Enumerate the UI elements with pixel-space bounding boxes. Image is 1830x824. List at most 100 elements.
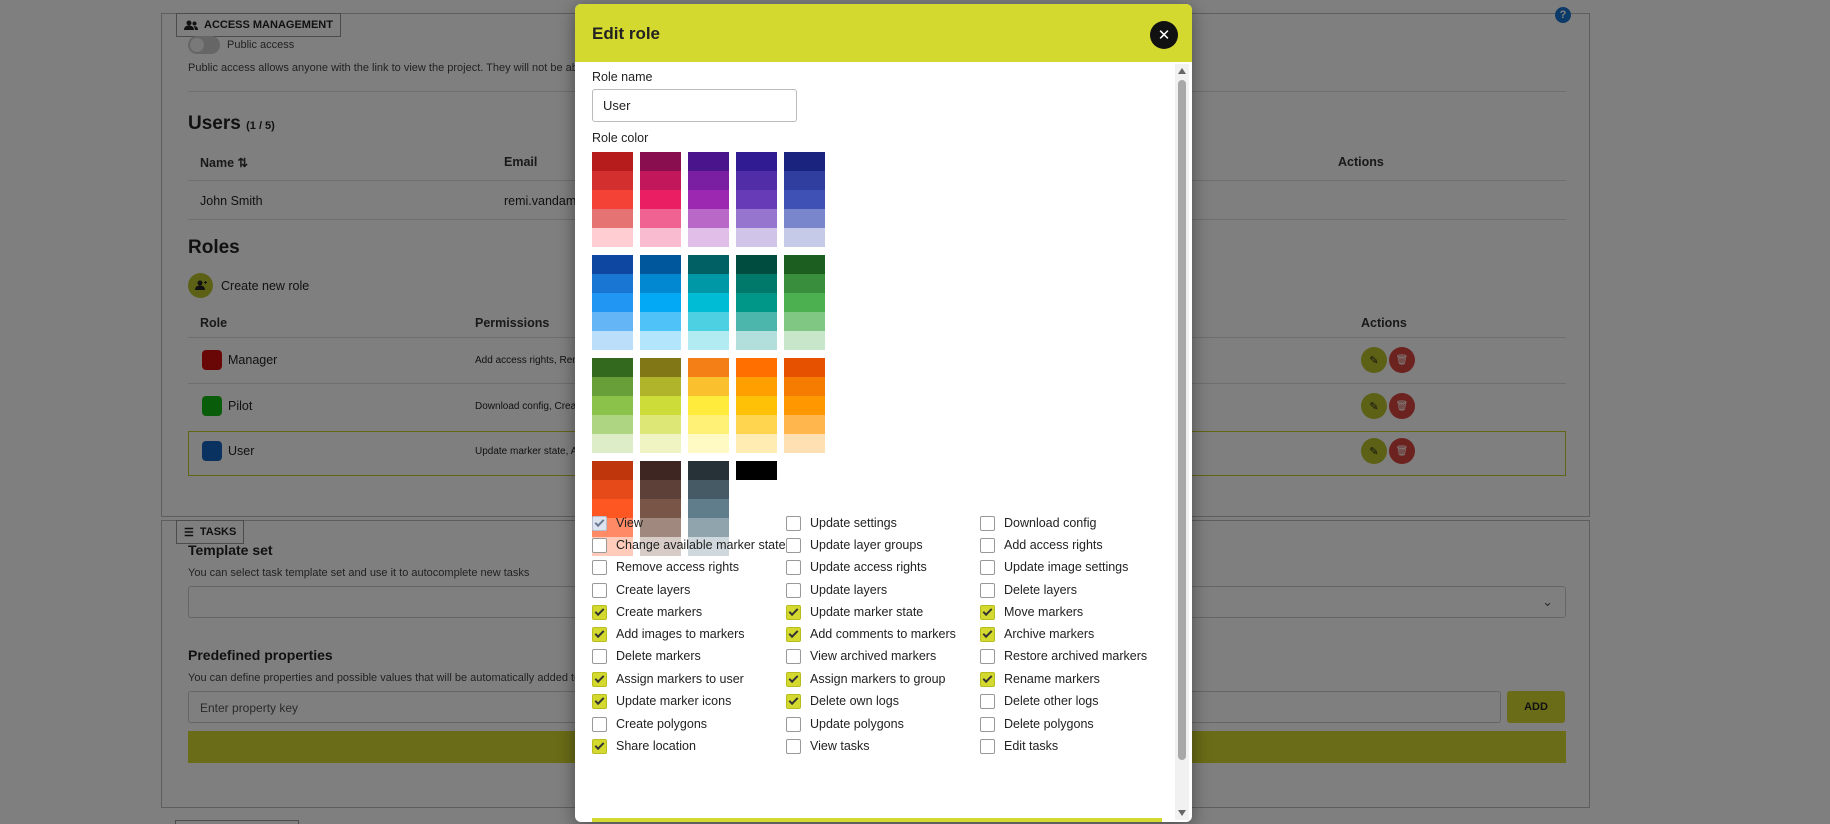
color-swatch[interactable] (784, 255, 825, 274)
color-swatch[interactable] (592, 434, 633, 453)
color-swatch[interactable] (592, 396, 633, 415)
color-swatch[interactable] (736, 209, 777, 228)
color-swatch[interactable] (736, 152, 777, 171)
permission-checkbox-update-layer-groups[interactable]: Update layer groups (786, 536, 923, 554)
checkbox[interactable] (592, 582, 607, 598)
color-swatch[interactable] (688, 228, 729, 247)
checkbox[interactable] (786, 559, 801, 575)
permission-checkbox-change-available-marker-states[interactable]: Change available marker states (592, 536, 792, 554)
color-swatch[interactable] (688, 293, 729, 312)
color-swatch[interactable] (688, 312, 729, 331)
color-swatch[interactable] (592, 415, 633, 434)
color-swatch[interactable] (640, 190, 681, 209)
color-swatch[interactable] (688, 255, 729, 274)
checkbox[interactable] (592, 693, 607, 709)
color-swatch[interactable] (688, 499, 729, 518)
permission-checkbox-assign-markers-to-group[interactable]: Assign markers to group (786, 670, 945, 688)
color-swatch[interactable] (688, 171, 729, 190)
color-swatch[interactable] (736, 255, 777, 274)
scroll-down-arrow-icon[interactable] (1178, 810, 1186, 816)
color-swatch[interactable] (736, 358, 777, 377)
color-swatch[interactable] (736, 312, 777, 331)
checkbox[interactable] (786, 716, 801, 732)
permission-checkbox-delete-own-logs[interactable]: Delete own logs (786, 692, 899, 710)
color-swatch[interactable] (688, 190, 729, 209)
color-swatch[interactable] (640, 293, 681, 312)
permission-checkbox-update-settings[interactable]: Update settings (786, 514, 897, 532)
permission-checkbox-update-image-settings[interactable]: Update image settings (980, 558, 1128, 576)
color-swatch[interactable] (784, 171, 825, 190)
color-swatch[interactable] (592, 461, 633, 480)
permission-checkbox-update-marker-icons[interactable]: Update marker icons (592, 692, 731, 710)
color-swatch[interactable] (688, 518, 729, 537)
checkbox[interactable] (980, 648, 995, 664)
color-swatch[interactable] (736, 377, 777, 396)
checkbox[interactable] (786, 515, 801, 531)
permission-checkbox-view-tasks[interactable]: View tasks (786, 737, 870, 755)
color-swatch[interactable] (784, 209, 825, 228)
color-swatch[interactable] (592, 480, 633, 499)
scroll-thumb[interactable] (1178, 80, 1186, 760)
color-swatch[interactable] (784, 377, 825, 396)
permission-checkbox-rename-markers[interactable]: Rename markers (980, 670, 1100, 688)
color-swatch[interactable] (592, 312, 633, 331)
color-swatch[interactable] (640, 331, 681, 350)
color-swatch[interactable] (592, 377, 633, 396)
checkbox[interactable] (592, 671, 607, 687)
color-swatch[interactable] (592, 274, 633, 293)
checkbox[interactable] (592, 626, 607, 642)
color-swatch[interactable] (592, 293, 633, 312)
checkbox[interactable] (980, 738, 995, 754)
color-swatch[interactable] (640, 171, 681, 190)
color-swatch[interactable] (688, 331, 729, 350)
permission-checkbox-update-polygons[interactable]: Update polygons (786, 715, 904, 733)
checkbox[interactable] (592, 604, 607, 620)
checkbox[interactable] (592, 738, 607, 754)
permission-checkbox-archive-markers[interactable]: Archive markers (980, 625, 1094, 643)
permission-checkbox-delete-markers[interactable]: Delete markers (592, 647, 701, 665)
checkbox[interactable] (980, 693, 995, 709)
permission-checkbox-view-archived-markers[interactable]: View archived markers (786, 647, 936, 665)
color-swatch[interactable] (784, 293, 825, 312)
checkbox[interactable] (980, 671, 995, 687)
permission-checkbox-edit-tasks[interactable]: Edit tasks (980, 737, 1058, 755)
checkbox[interactable] (786, 582, 801, 598)
color-swatch[interactable] (784, 274, 825, 293)
color-swatch[interactable] (592, 255, 633, 274)
checkbox[interactable] (592, 716, 607, 732)
color-swatch[interactable] (688, 377, 729, 396)
color-swatch[interactable] (688, 461, 729, 480)
color-swatch[interactable] (688, 358, 729, 377)
color-swatch[interactable] (784, 228, 825, 247)
color-swatch[interactable] (784, 358, 825, 377)
color-swatch[interactable] (640, 461, 681, 480)
color-swatch[interactable] (592, 358, 633, 377)
color-swatch[interactable] (640, 152, 681, 171)
color-swatch[interactable] (640, 358, 681, 377)
color-swatch[interactable] (736, 434, 777, 453)
color-swatch[interactable] (640, 312, 681, 331)
color-swatch[interactable] (784, 434, 825, 453)
color-swatch[interactable] (592, 152, 633, 171)
permission-checkbox-restore-archived-markers[interactable]: Restore archived markers (980, 647, 1147, 665)
permission-checkbox-update-marker-state[interactable]: Update marker state (786, 603, 923, 621)
color-swatch[interactable] (736, 171, 777, 190)
checkbox[interactable] (980, 604, 995, 620)
color-swatch[interactable] (736, 228, 777, 247)
color-swatch[interactable] (688, 152, 729, 171)
checkbox[interactable] (980, 559, 995, 575)
permission-checkbox-create-polygons[interactable]: Create polygons (592, 715, 707, 733)
color-swatch[interactable] (640, 518, 681, 537)
color-swatch[interactable] (688, 480, 729, 499)
color-swatch[interactable] (784, 415, 825, 434)
color-swatch[interactable] (736, 190, 777, 209)
color-swatch[interactable] (784, 152, 825, 171)
color-swatch[interactable] (784, 396, 825, 415)
color-swatch[interactable] (784, 190, 825, 209)
color-swatch[interactable] (736, 274, 777, 293)
permission-checkbox-add-images-to-markers[interactable]: Add images to markers (592, 625, 745, 643)
color-swatch[interactable] (592, 190, 633, 209)
role-name-input[interactable] (592, 89, 797, 122)
permission-checkbox-create-layers[interactable]: Create layers (592, 581, 690, 599)
permission-checkbox-delete-polygons[interactable]: Delete polygons (980, 715, 1094, 733)
